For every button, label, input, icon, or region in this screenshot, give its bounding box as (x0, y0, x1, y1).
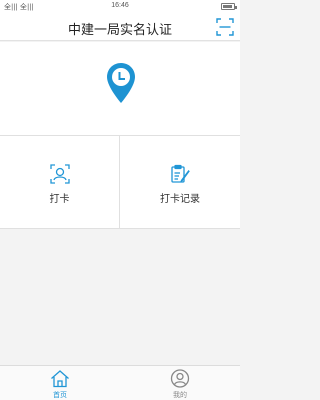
clock-in-label: 打卡 (49, 194, 70, 205)
hero-banner (0, 42, 240, 135)
clipboard-edit-icon (171, 164, 190, 183)
clock-in-records-button[interactable]: 打卡记录 (120, 136, 240, 228)
tab-home[interactable]: 首页 (0, 366, 120, 400)
clock-in-button[interactable]: 打卡 (0, 136, 120, 228)
battery-icon (221, 3, 237, 10)
clock-in-records-label: 打卡记录 (160, 194, 200, 205)
status-bar: 全||| 全||| 16:46 (0, 0, 240, 13)
app-header: 中建一局实名认证 (0, 13, 240, 41)
scan-icon[interactable] (216, 18, 234, 36)
bottom-tab-bar: 首页 我的 (0, 365, 240, 400)
tab-home-label: 首页 (53, 392, 67, 399)
home-icon (51, 370, 69, 388)
tab-mine-label: 我的 (173, 392, 187, 399)
tab-mine[interactable]: 我的 (120, 366, 240, 400)
location-clock-pin-icon (107, 63, 135, 103)
user-circle-icon (170, 369, 190, 388)
page-title: 中建一局实名认证 (67, 22, 172, 37)
face-scan-icon (50, 164, 70, 184)
action-grid: 打卡 打卡记录 (0, 135, 240, 229)
status-time: 16:46 (111, 2, 129, 9)
